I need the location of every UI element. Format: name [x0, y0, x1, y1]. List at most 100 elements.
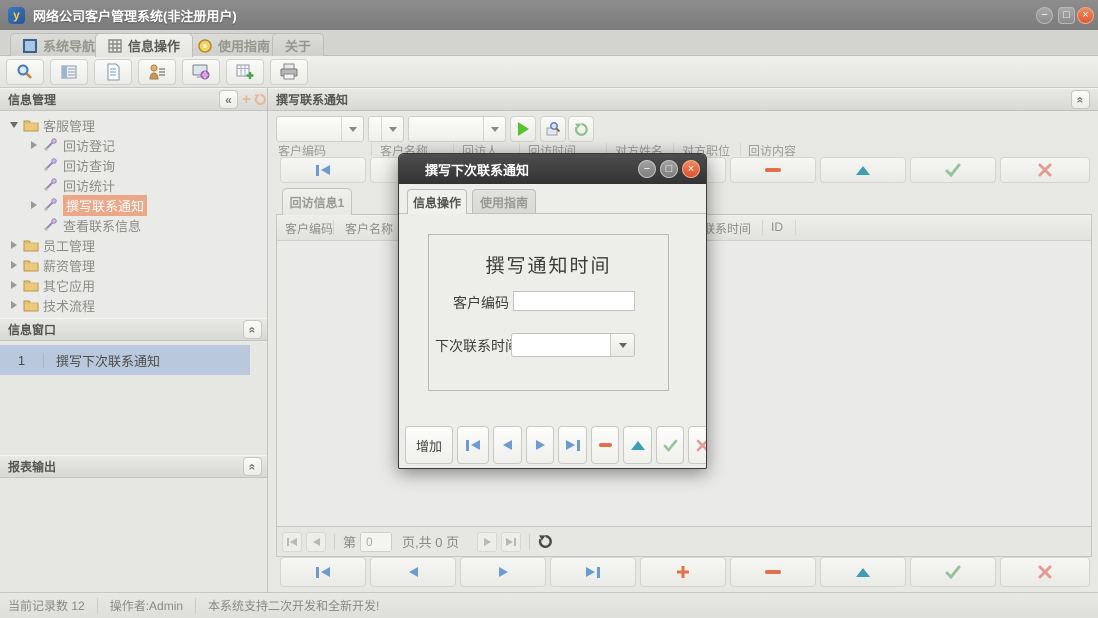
tree-item-tech-process[interactable]: 技术流程: [0, 295, 267, 315]
chevron-down-icon[interactable]: [381, 117, 403, 141]
refresh-button[interactable]: [568, 116, 594, 142]
next-contact-time-combo[interactable]: [511, 333, 635, 357]
document-button[interactable]: [94, 59, 132, 85]
info-window-row[interactable]: 1 撰写下次联系通知: [0, 345, 250, 375]
reload-grid-button[interactable]: [538, 534, 553, 549]
expander-closed-icon[interactable]: [8, 261, 20, 269]
tab-about[interactable]: 关于: [272, 33, 324, 57]
dialog-cancel-button[interactable]: [688, 426, 707, 464]
advanced-search-button[interactable]: [540, 116, 566, 142]
last-page-button[interactable]: [501, 532, 521, 552]
monitor-globe-button[interactable]: [182, 59, 220, 85]
tree-item-employee-mgmt[interactable]: 员工管理: [0, 235, 267, 255]
record-count: 当前记录数 12: [8, 597, 85, 614]
search-button[interactable]: [6, 59, 44, 85]
last-record-button[interactable]: [550, 557, 636, 587]
tree-item-view-contact-info[interactable]: 查看联系信息: [0, 215, 267, 235]
run-query-button[interactable]: [510, 116, 536, 142]
dialog-close-button[interactable]: ×: [682, 160, 700, 178]
filter-combo-3[interactable]: [408, 116, 506, 142]
col-id[interactable]: ID: [771, 220, 783, 234]
dialog-prev-button[interactable]: [493, 426, 522, 464]
cancel-button[interactable]: [1000, 557, 1090, 587]
expander-open-icon[interactable]: [8, 122, 20, 128]
triangle-up-icon: [856, 166, 870, 175]
first-record-button[interactable]: [280, 157, 366, 183]
dialog-maximize-button[interactable]: □: [660, 160, 678, 178]
chevron-down-icon[interactable]: [483, 117, 505, 141]
chevron-down-icon[interactable]: [341, 117, 363, 141]
tab-label: 信息操作: [413, 194, 461, 211]
dialog-next-button[interactable]: [526, 426, 554, 464]
dialog-edit-button[interactable]: [623, 426, 652, 464]
dialog-first-button[interactable]: [457, 426, 489, 464]
add-record-button[interactable]: [640, 557, 726, 587]
edit-record-button[interactable]: [820, 157, 906, 183]
tab-user-guide[interactable]: 使用指南: [185, 33, 283, 57]
dialog-minimize-button[interactable]: −: [638, 160, 656, 178]
dialog-delete-button[interactable]: [591, 426, 619, 464]
tree-item-other-apps[interactable]: 其它应用: [0, 275, 267, 295]
col-customer-code[interactable]: 客户编码: [285, 220, 333, 237]
tab-info-operation[interactable]: 信息操作: [95, 33, 193, 57]
table-view-button[interactable]: [50, 59, 88, 85]
filter-combo-1[interactable]: [276, 116, 364, 142]
main-panel-title: 撰写联系通知: [276, 93, 348, 107]
filter-combo-2[interactable]: [368, 116, 404, 142]
prev-page-button[interactable]: [306, 532, 326, 552]
dialog-tab-user-guide[interactable]: 使用指南: [472, 189, 536, 214]
dialog-tab-info-operation[interactable]: 信息操作: [407, 189, 467, 214]
application-window: y 网络公司客户管理系统(非注册用户) − □ × 系统导航 信息操作 使用指南…: [0, 0, 1098, 618]
tree-item-label: 客服管理: [43, 116, 95, 135]
delete-record-button[interactable]: [730, 557, 816, 587]
expander-closed-icon[interactable]: [28, 141, 40, 149]
report-panel-body: [0, 478, 267, 592]
next-page-button[interactable]: [477, 532, 497, 552]
confirm-button[interactable]: [910, 557, 996, 587]
prev-record-button[interactable]: [370, 557, 456, 587]
minimize-button[interactable]: −: [1036, 7, 1053, 24]
confirm-button[interactable]: [910, 157, 996, 183]
tree-item-label: 技术流程: [43, 296, 95, 315]
main-collapse-button[interactable]: «: [1071, 90, 1090, 109]
edit-record-button[interactable]: [820, 557, 906, 587]
chevron-down-icon[interactable]: [610, 334, 634, 356]
expander-closed-icon[interactable]: [28, 201, 40, 209]
info-window-collapse-button[interactable]: «: [243, 320, 262, 339]
dialog-last-button[interactable]: [558, 426, 587, 464]
next-record-button[interactable]: [460, 557, 546, 587]
tree-item-salary-mgmt[interactable]: 薪资管理: [0, 255, 267, 275]
printer-button[interactable]: [270, 59, 308, 85]
first-record-button[interactable]: [280, 557, 366, 587]
close-button[interactable]: ×: [1077, 7, 1094, 24]
customer-code-input[interactable]: [513, 291, 635, 311]
first-page-button[interactable]: [282, 532, 302, 552]
subtab-visit-info[interactable]: 回访信息1: [282, 188, 352, 215]
user-list-button[interactable]: [138, 59, 176, 85]
tree-item-customer-service-mgmt[interactable]: 客服管理: [0, 115, 267, 135]
dialog-add-button[interactable]: 增加: [405, 426, 453, 464]
maximize-button[interactable]: □: [1058, 7, 1075, 24]
tree-item-write-contact-notice[interactable]: 撰写联系通知: [0, 195, 267, 215]
report-collapse-button[interactable]: «: [243, 457, 262, 476]
col-customer-name[interactable]: 客户名称: [345, 220, 393, 237]
check-icon: [663, 439, 678, 452]
tree-item-label: 员工管理: [43, 236, 95, 255]
expander-closed-icon[interactable]: [8, 301, 20, 309]
printer-icon: [280, 63, 298, 81]
tree-item-visit-register[interactable]: 回访登记: [0, 135, 267, 155]
delete-record-button[interactable]: [730, 157, 816, 183]
tab-label: 使用指南: [218, 36, 270, 55]
tree-item-visit-query[interactable]: 回访查询: [0, 155, 267, 175]
expander-closed-icon[interactable]: [8, 281, 20, 289]
minus-icon: [599, 443, 612, 447]
window-title: 网络公司客户管理系统(非注册用户): [33, 6, 237, 25]
expander-closed-icon[interactable]: [8, 241, 20, 249]
cancel-button[interactable]: [1000, 157, 1090, 183]
tab-system-nav[interactable]: 系统导航: [10, 33, 108, 57]
dialog-confirm-button[interactable]: [656, 426, 684, 464]
page-number-input[interactable]: [360, 532, 392, 552]
sidebar-collapse-button[interactable]: «: [219, 90, 238, 109]
tree-item-visit-stats[interactable]: 回访统计: [0, 175, 267, 195]
table-add-button[interactable]: [226, 59, 264, 85]
